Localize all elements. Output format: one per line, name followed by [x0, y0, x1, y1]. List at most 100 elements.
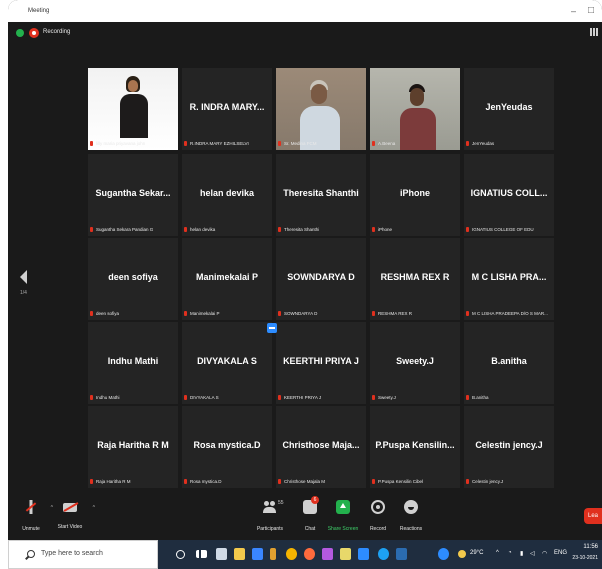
- language-indicator[interactable]: ENG: [554, 550, 567, 556]
- participant-tile[interactable]: iPhone iPhone: [370, 154, 460, 236]
- system-tray: 29°C ^ ◔ ▮ ◁ ◠ ENG 11:56 23-10-2021: [438, 540, 602, 569]
- security-shield-icon[interactable]: [16, 29, 24, 37]
- clock-time[interactable]: 11:56: [583, 544, 598, 550]
- participant-tile[interactable]: deen sofiya deen sofiya: [88, 238, 178, 320]
- zoom-taskbar-icon[interactable]: [358, 548, 369, 560]
- weather-temperature[interactable]: 29°C: [470, 550, 483, 556]
- file-explorer-icon[interactable]: [234, 548, 245, 560]
- leave-button[interactable]: Lea: [584, 508, 602, 524]
- participant-tile[interactable]: Sweety.J Sweety.J: [370, 322, 460, 404]
- chat-button[interactable]: 6 Chat: [298, 496, 322, 535]
- volume-icon[interactable]: ◁: [530, 550, 535, 557]
- participant-name-caption: SOWNDARYA D: [278, 311, 364, 316]
- participant-tile[interactable]: IGNATIUS COLL... IGNATIUS COLLEGE OF EDU: [464, 154, 554, 236]
- participant-tile[interactable]: helan devika helan devika: [182, 154, 272, 236]
- participant-name-caption: Celestin jency.J: [466, 479, 552, 484]
- participant-tile[interactable]: KEERTHI PRIYA J KEERTHI PRIYA J: [276, 322, 366, 404]
- chevron-up-icon[interactable]: ^: [93, 505, 95, 511]
- participant-tile[interactable]: SOWNDARYA D SOWNDARYA D: [276, 238, 366, 320]
- unmute-button[interactable]: Unmute ^: [16, 500, 53, 535]
- participant-display-name: RESHMA REX R: [380, 272, 450, 282]
- participant-tile[interactable]: lilly maria priyavana john: [88, 68, 178, 150]
- participant-tile[interactable]: M C LISHA PRA... M C LISHA PRADEEPA D/O S…: [464, 238, 554, 320]
- recording-label: Recording: [43, 29, 71, 35]
- participants-button[interactable]: 55 Participants: [252, 500, 288, 535]
- participant-name-caption: lilly maria priyavana john: [90, 141, 176, 146]
- muted-mic-icon: [278, 311, 281, 316]
- share-screen-button[interactable]: Share Screen: [326, 500, 360, 535]
- clock-date[interactable]: 23-10-2021: [572, 555, 598, 561]
- start-video-label: Start Video: [57, 524, 83, 530]
- tray-app-icon[interactable]: [438, 548, 449, 560]
- participant-caption-text: Indhu Mathi: [96, 394, 120, 400]
- participant-tile[interactable]: DIVYAKALA S DIVYAKALA S: [182, 322, 272, 404]
- participant-tile[interactable]: R. INDRA MARY... R.INDRA MARY EZHILSELVI: [182, 68, 272, 150]
- participant-caption-text: Christhose Majala M: [284, 478, 326, 484]
- participant-name-caption: P.Puspa Kensilin Cibel: [372, 479, 458, 484]
- participant-name-caption: A.Beena: [372, 141, 458, 146]
- start-video-button[interactable]: Start Video ^: [52, 500, 95, 533]
- record-button[interactable]: Record: [366, 500, 390, 535]
- network-icon[interactable]: ◔: [508, 550, 512, 556]
- chrome-icon[interactable]: [286, 548, 297, 560]
- participant-tile[interactable]: P.Puspa Kensilin... P.Puspa Kensilin Cibe…: [370, 406, 460, 488]
- participant-display-name: helan devika: [199, 188, 255, 198]
- participant-video: [88, 68, 178, 150]
- participant-name-caption: Rosa mystica.D: [184, 479, 270, 484]
- participant-display-name: Raja Haritha R M: [97, 440, 169, 450]
- participant-tile[interactable]: Celestin jency.J Celestin jency.J: [464, 406, 554, 488]
- maximize-icon[interactable]: □: [588, 5, 594, 16]
- participant-display-name: Manimekalai P: [195, 272, 259, 282]
- cortana-icon[interactable]: [176, 550, 185, 559]
- participant-tile[interactable]: Manimekalai P Manimekalai P: [182, 238, 272, 320]
- participant-tile[interactable]: Theresita Shanthi Theresita Shanthi: [276, 154, 366, 236]
- muted-mic-icon: [278, 141, 281, 146]
- participant-caption-text: IGNATIUS COLLEGE OF EDU: [472, 226, 534, 232]
- participant-video: [276, 68, 366, 150]
- wifi-icon[interactable]: ◠: [542, 550, 547, 557]
- task-view-icon[interactable]: [196, 550, 207, 558]
- participant-caption-text: SOWNDARYA D: [284, 310, 318, 316]
- minimize-icon[interactable]: –: [571, 6, 576, 16]
- participant-tile[interactable]: B.anitha B.anitha: [464, 322, 554, 404]
- battery-icon[interactable]: ▮: [520, 550, 523, 557]
- chevron-up-icon[interactable]: ^: [496, 550, 499, 556]
- windows-taskbar: Type here to search 29°C ^ ◔ ▮ ◁ ◠ ENG 1…: [8, 540, 602, 569]
- participant-tile[interactable]: Sugantha Sekar... Sugantha Sekara Pandian…: [88, 154, 178, 236]
- app-icon-2[interactable]: [322, 548, 333, 560]
- participant-tile[interactable]: Indhu Mathi Indhu Mathi: [88, 322, 178, 404]
- file-manager-icon[interactable]: [216, 548, 227, 560]
- word-icon[interactable]: [396, 548, 407, 560]
- video-off-icon: [63, 503, 77, 512]
- participant-caption-text: DIVYAKALA S: [190, 394, 219, 400]
- participant-tile[interactable]: Rosa mystica.D Rosa mystica.D: [182, 406, 272, 488]
- participant-tile[interactable]: Christhose Maja... Christhose Majala M: [276, 406, 366, 488]
- participant-caption-text: helan devika: [190, 226, 216, 232]
- participant-name-caption: Manimekalai P: [184, 311, 270, 316]
- meeting-toolbar: Unmute ^ Start Video ^ 55 Participants 6…: [8, 494, 602, 540]
- participant-tile[interactable]: A.Beena: [370, 68, 460, 150]
- participant-tile[interactable]: RESHMA REX R RESHMA REX R: [370, 238, 460, 320]
- reactions-button[interactable]: Reactions: [396, 500, 426, 535]
- participant-name-caption: Theresita Shanthi: [278, 227, 364, 232]
- participant-caption-text: Theresita Shanthi: [284, 226, 320, 232]
- app-icon[interactable]: [270, 548, 276, 560]
- record-label: Record: [369, 526, 387, 532]
- participant-display-name: B.anitha: [491, 356, 527, 366]
- app-icon-3[interactable]: [340, 548, 351, 560]
- participant-caption-text: Celestin jency.J: [472, 478, 504, 484]
- gallery-view-icon[interactable]: [590, 28, 598, 36]
- participant-name-caption: DIVYAKALA S: [184, 395, 270, 400]
- participant-tile[interactable]: JenYeudas JenYeudas: [464, 68, 554, 150]
- participant-display-name: Celestin jency.J: [475, 440, 543, 450]
- taskbar-search-box[interactable]: Type here to search: [8, 540, 158, 569]
- participant-display-name: Sugantha Sekar...: [95, 188, 171, 198]
- previous-page-icon[interactable]: [20, 270, 27, 284]
- edge-icon[interactable]: [378, 548, 389, 560]
- muted-mic-icon: [184, 395, 187, 400]
- firefox-icon[interactable]: [304, 548, 315, 560]
- participant-tile[interactable]: Sr. Medina FCM: [276, 68, 366, 150]
- participants-label: Participants: [256, 526, 284, 532]
- participant-tile[interactable]: Raja Haritha R M Raja Haritha R M: [88, 406, 178, 488]
- store-icon[interactable]: [252, 548, 263, 560]
